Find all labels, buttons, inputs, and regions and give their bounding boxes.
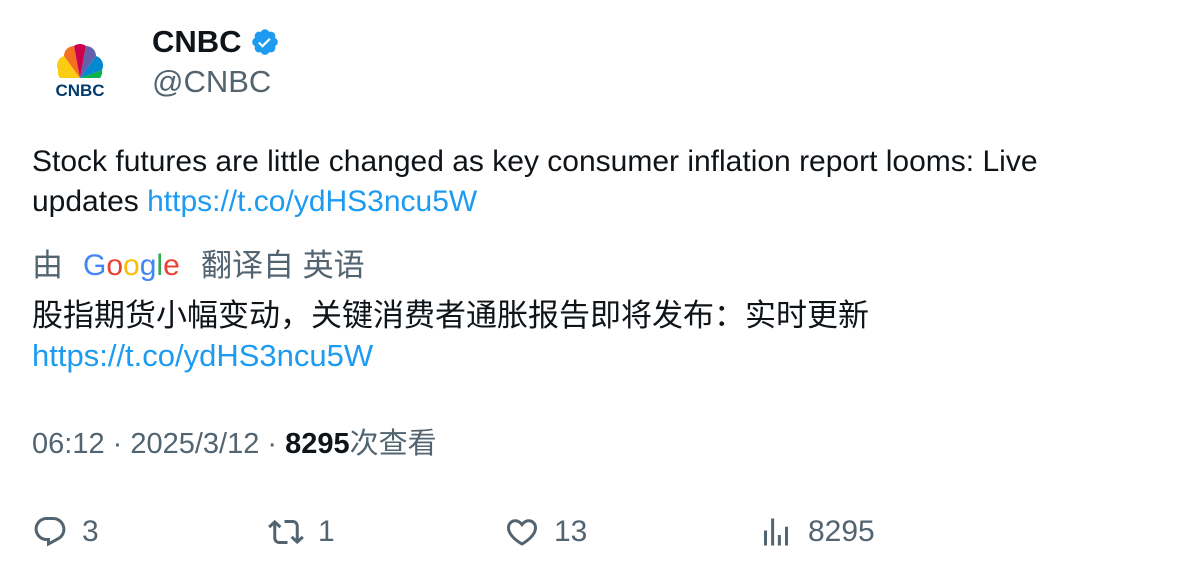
view-count: 8295 — [285, 428, 350, 460]
tweet-meta: 06:12 · 2025/3/12 · 8295次查看 — [32, 424, 437, 464]
reply-count: 3 — [82, 515, 99, 548]
views-button[interactable]: 8295 — [758, 510, 875, 554]
translated-link[interactable]: https://t.co/ydHS3ncu5W — [32, 338, 373, 373]
tweet-link[interactable]: https://t.co/ydHS3ncu5W — [147, 185, 477, 218]
bar-chart-icon — [764, 518, 788, 546]
logo-text: CNBC — [55, 81, 104, 100]
google-logo-icon: Google — [83, 249, 181, 283]
google-logo-text: Google — [83, 249, 180, 282]
retweet-icon — [268, 519, 304, 545]
translation-prefix: 由 — [32, 248, 63, 283]
retweet-count: 1 — [318, 515, 335, 548]
translated-text: 股指期货小幅变动，关键消费者通胀报告即将发布：实时更新 https://t.co… — [32, 296, 1152, 376]
meta-separator: · — [104, 428, 131, 460]
peacock-logo-icon: CNBC — [55, 44, 105, 100]
action-bar: 3 1 13 8295 — [0, 510, 1196, 554]
like-button[interactable]: 13 — [504, 510, 587, 554]
translated-body: 股指期货小幅变动，关键消费者通胀报告即将发布：实时更新 — [32, 298, 869, 333]
translation-suffix[interactable]: 翻译自 英语 — [201, 246, 365, 286]
meta-separator: · — [259, 428, 286, 460]
tweet-time[interactable]: 06:12 — [32, 428, 105, 460]
views-count: 8295 — [808, 515, 875, 548]
author-handle[interactable]: @CNBC — [152, 64, 271, 100]
reply-button[interactable]: 3 — [32, 510, 99, 554]
reply-icon — [34, 517, 66, 547]
translation-attribution: 由 Google 翻译自 英语 — [32, 246, 365, 286]
verified-badge-icon[interactable] — [250, 27, 280, 57]
tweet-text: Stock futures are little changed as key … — [32, 142, 1152, 222]
heart-icon — [506, 519, 538, 546]
retweet-button[interactable]: 1 — [268, 510, 335, 554]
view-label: 次查看 — [349, 428, 437, 460]
display-name[interactable]: CNBC — [152, 24, 242, 60]
like-count: 13 — [554, 515, 588, 548]
tweet-card: CNBC CNBC @CNBC Stock futures are little… — [0, 0, 1196, 578]
avatar[interactable]: CNBC — [30, 26, 130, 126]
author-name-row: CNBC — [152, 24, 280, 60]
tweet-date[interactable]: 2025/3/12 — [130, 428, 259, 460]
